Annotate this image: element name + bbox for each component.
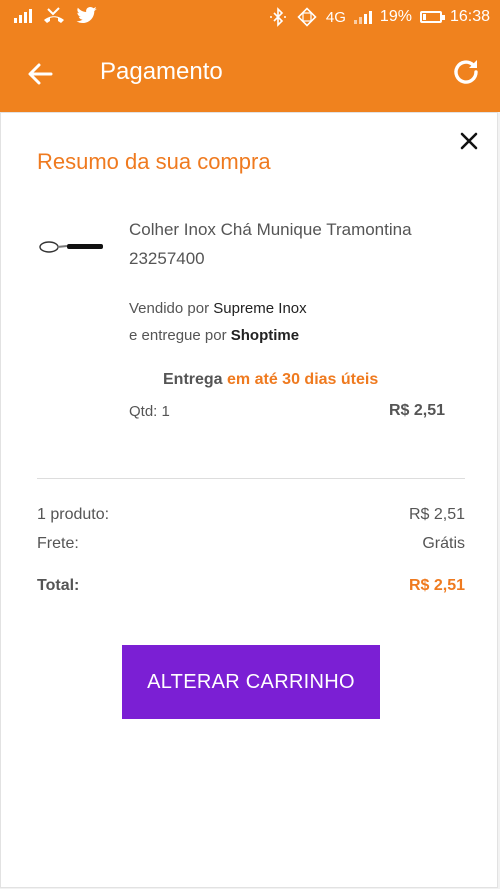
delivery-time: em até 30 dias úteis [227,371,379,388]
quantity: Qtd: 1 [129,403,170,420]
product-image[interactable] [37,233,105,259]
status-left-icons [14,6,98,26]
products-subtotal-row: 1 produto: R$ 2,51 [37,506,465,524]
total-row: Total: R$ 2,51 [37,577,465,595]
total-value: R$ 2,51 [408,577,465,594]
app-bar: Pagamento [0,34,500,112]
delivery-label: Entrega [163,371,223,388]
shipping-value: Grátis [422,535,465,552]
network-type: 4G [325,8,346,26]
item-price: R$ 2,51 [388,402,445,419]
missed-call-icon [42,6,66,26]
page-title: Pagamento [100,58,223,85]
bluetooth-icon [268,7,288,27]
signal-icon [14,9,32,23]
shipping-row: Frete: Grátis [37,535,465,553]
summary-title: Resumo da sua compra [37,149,271,174]
arrow-left-icon [27,61,53,87]
delivered-by-label: e entregue por [129,327,227,344]
rotate-icon [296,6,318,28]
status-right-icons: 4G 19% 16:38 [268,6,490,28]
close-button[interactable] [455,127,483,155]
close-icon [460,132,478,150]
divider [37,478,465,479]
clock: 16:38 [449,8,490,25]
products-label: 1 produto: [37,506,110,523]
twitter-icon [76,7,98,25]
products-value: R$ 2,51 [408,506,465,523]
seller-info: Vendido por Supreme Inox e entregue por … [129,295,307,349]
deliverer-name: Shoptime [230,327,300,344]
back-button[interactable] [20,54,60,94]
sold-by-label: Vendido por [129,300,210,317]
delivery-estimate: Entrega em até 30 dias úteis [163,371,378,389]
refresh-icon [450,56,482,88]
order-summary-card: Resumo da sua compra Colher Inox Chá Mun… [0,112,498,888]
battery-percent: 19% [379,8,412,25]
refresh-button[interactable] [446,52,486,92]
product-name[interactable]: Colher Inox Chá Munique Tramontina 23257… [129,215,449,273]
battery-icon [419,11,445,23]
alter-cart-button[interactable]: ALTERAR CARRINHO [122,645,380,719]
cell-signal-icon [353,10,372,24]
status-bar: 4G 19% 16:38 [0,0,500,34]
total-label: Total: [37,577,80,594]
seller-name: Supreme Inox [213,300,307,317]
shipping-label: Frete: [37,535,79,552]
